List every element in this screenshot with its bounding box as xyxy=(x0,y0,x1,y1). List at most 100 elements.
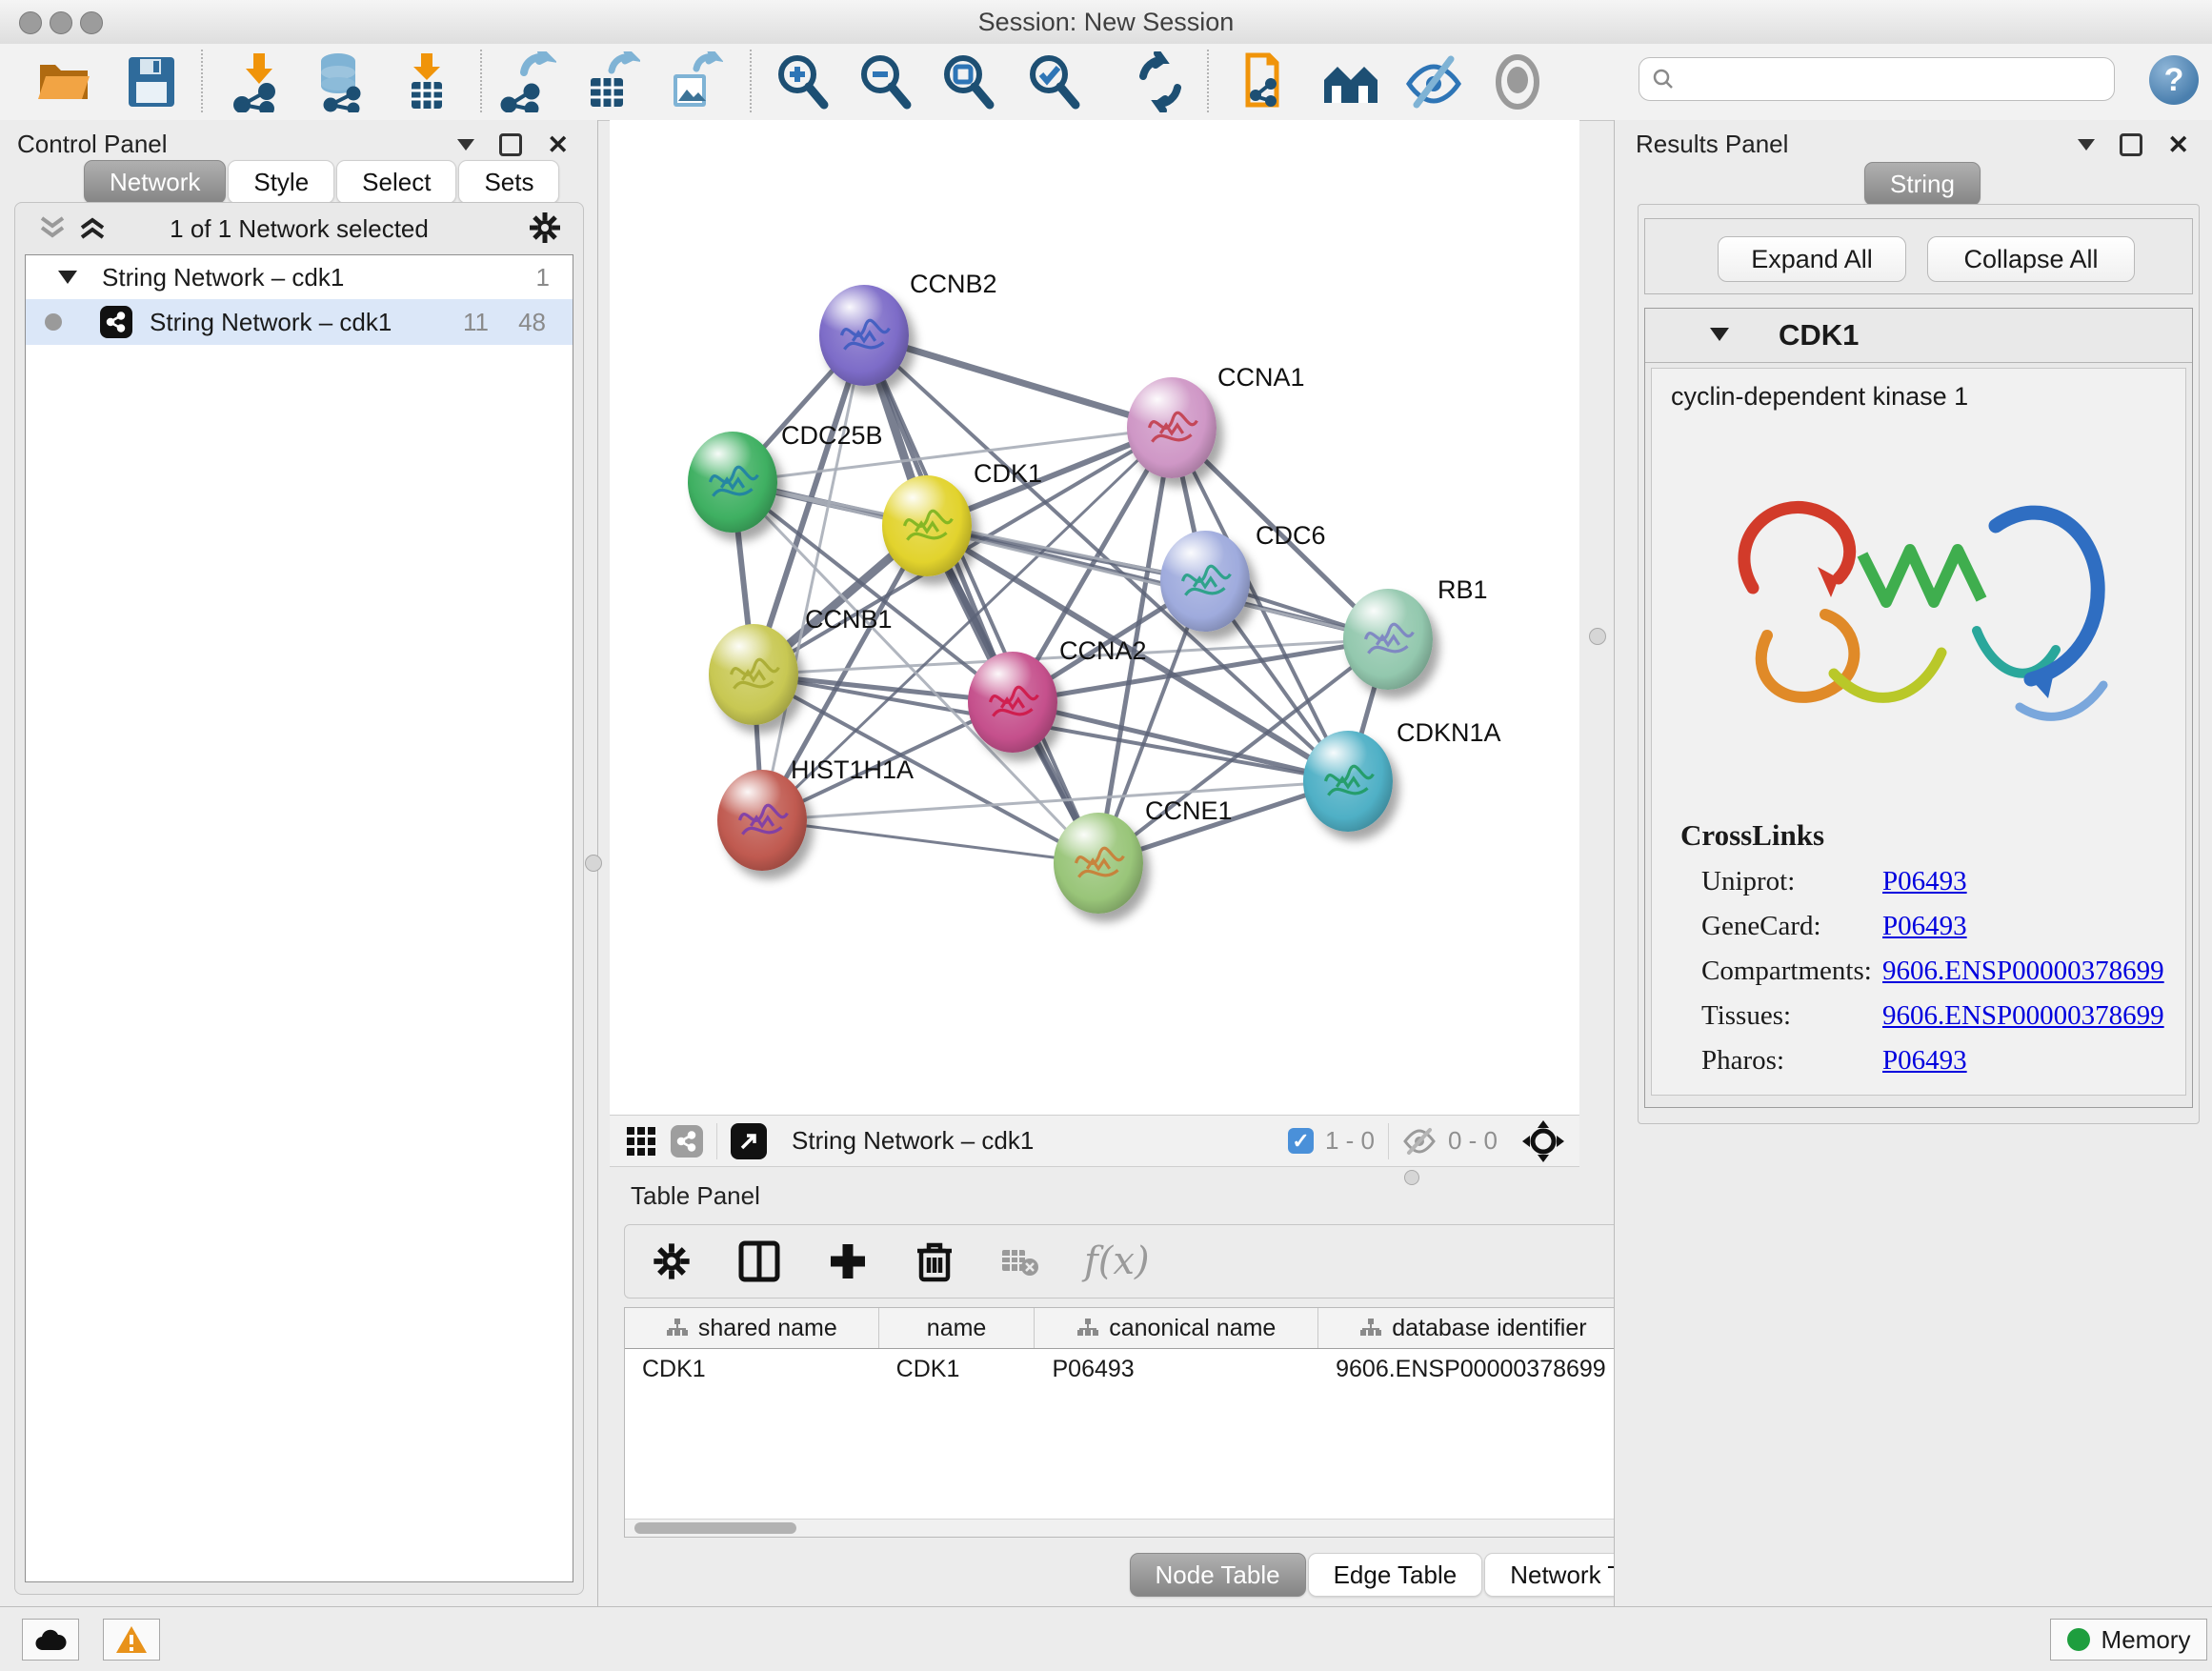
import-network-database-icon[interactable] xyxy=(310,51,371,112)
node-CCNA1[interactable] xyxy=(1127,377,1217,478)
collapse-all-button[interactable]: Collapse All xyxy=(1927,236,2135,282)
column-header-database-identifier[interactable]: database identifier xyxy=(1318,1308,1629,1348)
zoom-in-icon[interactable] xyxy=(773,51,834,112)
crosslink-link[interactable]: P06493 xyxy=(1882,1045,1967,1077)
help-button[interactable]: ? xyxy=(2149,55,2199,105)
node-CCNB2[interactable] xyxy=(819,285,909,386)
birds-eye-view-icon[interactable] xyxy=(625,1125,657,1158)
protein-structure-image xyxy=(1705,435,2130,805)
toolbar-separator xyxy=(480,50,482,112)
import-table-icon[interactable] xyxy=(396,51,457,112)
results-maximize-icon[interactable] xyxy=(2120,133,2142,156)
node-label-RB1: RB1 xyxy=(1438,575,1488,605)
right-splitter-handle[interactable] xyxy=(1589,628,1606,645)
warnings-button[interactable] xyxy=(103,1619,160,1661)
protein-structure-thumbnail xyxy=(968,652,1057,753)
results-float-icon[interactable] xyxy=(2078,139,2095,151)
collection-expand-icon[interactable] xyxy=(58,271,77,284)
tab-network[interactable]: Network xyxy=(84,160,226,204)
show-columns-icon[interactable] xyxy=(737,1239,781,1283)
crosslink-link[interactable]: P06493 xyxy=(1882,866,1967,897)
bottom-splitter-handle[interactable] xyxy=(1404,1170,1419,1185)
open-file-icon[interactable] xyxy=(34,51,95,112)
node-CDC25B[interactable] xyxy=(688,432,777,533)
left-splitter-handle[interactable] xyxy=(585,855,602,872)
column-header-canonical-name[interactable]: canonical name xyxy=(1035,1308,1318,1348)
edge-CCNB2-CCNA1[interactable] xyxy=(864,335,1172,428)
save-session-icon[interactable] xyxy=(121,51,182,112)
table-cell[interactable]: 9606.ENSP00000378699 xyxy=(1318,1349,1629,1389)
export-network-icon[interactable] xyxy=(495,51,556,112)
network-canvas[interactable]: CCNB2 CCNA1 CDC25B CDK1 CDC6 RB1 xyxy=(610,120,1579,1116)
edge-CCNB2-HIST1H1A[interactable] xyxy=(762,335,864,820)
column-header-name[interactable]: name xyxy=(879,1308,1036,1348)
section-collapse-icon[interactable] xyxy=(1710,328,1729,341)
expand-collapse-box: Expand All Collapse All xyxy=(1644,218,2193,294)
table-cell[interactable]: P06493 xyxy=(1035,1349,1318,1389)
network-row-selected[interactable]: String Network – cdk1 11 48 xyxy=(26,299,573,345)
node-RB1[interactable] xyxy=(1343,589,1433,690)
panel-close-icon[interactable]: ✕ xyxy=(547,136,569,153)
expand-all-button[interactable]: Expand All xyxy=(1718,236,1906,282)
tab-select[interactable]: Select xyxy=(336,160,456,204)
export-image-icon[interactable] xyxy=(662,51,723,112)
crosslink-label: Tissues: xyxy=(1701,1000,1791,1032)
table-cell[interactable]: CDK1 xyxy=(879,1349,1036,1389)
tab-node-table[interactable]: Node Table xyxy=(1130,1553,1306,1597)
hide-selected-eye-icon[interactable] xyxy=(1403,51,1464,112)
delete-column-trash-icon[interactable] xyxy=(915,1239,955,1283)
node-CCNB1[interactable] xyxy=(709,624,798,725)
node-label-HIST1H1A: HIST1H1A xyxy=(791,755,914,785)
refresh-view-icon[interactable] xyxy=(1130,51,1191,112)
crosslinks-title: CrossLinks xyxy=(1680,818,1824,853)
node-label-CDK1: CDK1 xyxy=(974,459,1042,489)
import-network-file-icon[interactable] xyxy=(229,51,290,112)
memory-button[interactable]: Memory xyxy=(2050,1619,2207,1661)
zoom-out-icon[interactable] xyxy=(855,51,916,112)
table-settings-gear-icon[interactable] xyxy=(652,1241,692,1281)
tab-string[interactable]: String xyxy=(1864,162,1981,206)
gear-icon[interactable] xyxy=(528,211,562,245)
node-CDKN1A[interactable] xyxy=(1303,731,1393,832)
node-CDC6[interactable] xyxy=(1160,531,1250,632)
zoom-fit-icon[interactable] xyxy=(938,51,999,112)
edge-CCNE1-HIST1H1A[interactable] xyxy=(762,820,1098,863)
gene-section-header[interactable]: CDK1 xyxy=(1645,309,2192,363)
column-header-shared-name[interactable]: shared name xyxy=(625,1308,879,1348)
crosslink-link[interactable]: 9606.ENSP00000378699 xyxy=(1882,956,2164,987)
results-close-icon[interactable]: ✕ xyxy=(2167,136,2189,153)
network-view-toolbar: String Network – cdk1 ✓ 1 - 0 0 - 0 xyxy=(610,1115,1579,1167)
show-all-eye-icon[interactable] xyxy=(1487,51,1548,112)
scrollbar-thumb[interactable] xyxy=(634,1522,796,1534)
crosslink-label: Compartments: xyxy=(1701,956,1872,987)
tab-edge-table[interactable]: Edge Table xyxy=(1308,1553,1483,1597)
panel-float-icon[interactable] xyxy=(457,139,474,151)
protein-structure-thumbnail xyxy=(688,432,777,533)
tab-sets[interactable]: Sets xyxy=(458,160,559,204)
pan-crosshair-icon[interactable] xyxy=(1522,1120,1564,1162)
cloud-status-button[interactable] xyxy=(22,1619,79,1661)
export-table-icon[interactable] xyxy=(579,51,640,112)
search-input[interactable] xyxy=(1639,57,2115,101)
table-cell[interactable]: CDK1 xyxy=(625,1349,879,1389)
node-CCNE1[interactable] xyxy=(1054,813,1143,914)
protein-structure-thumbnail xyxy=(1303,731,1393,832)
string-view-icon[interactable] xyxy=(671,1125,703,1158)
detach-view-icon[interactable] xyxy=(731,1123,767,1159)
window-title: Session: New Session xyxy=(0,8,2212,37)
network-collection-row[interactable]: String Network – cdk1 1 xyxy=(26,255,573,299)
crosslink-link[interactable]: 9606.ENSP00000378699 xyxy=(1882,1000,2164,1032)
node-CDK1[interactable] xyxy=(882,475,972,576)
clone-network-icon[interactable] xyxy=(1235,51,1296,112)
title-bar: Session: New Session xyxy=(0,0,2212,45)
node-CCNA2[interactable] xyxy=(968,652,1057,753)
tab-style[interactable]: Style xyxy=(228,160,334,204)
hidden-eye-icon[interactable] xyxy=(1402,1127,1437,1156)
panel-maximize-icon[interactable] xyxy=(499,133,522,156)
crosslink-link[interactable]: P06493 xyxy=(1882,911,1967,942)
toolbar-separator xyxy=(750,50,752,112)
selected-nodes-checkbox[interactable]: ✓ xyxy=(1288,1128,1314,1154)
zoom-selected-icon[interactable] xyxy=(1024,51,1085,112)
first-neighbors-icon[interactable] xyxy=(1320,51,1381,112)
add-column-plus-icon[interactable] xyxy=(827,1240,869,1282)
